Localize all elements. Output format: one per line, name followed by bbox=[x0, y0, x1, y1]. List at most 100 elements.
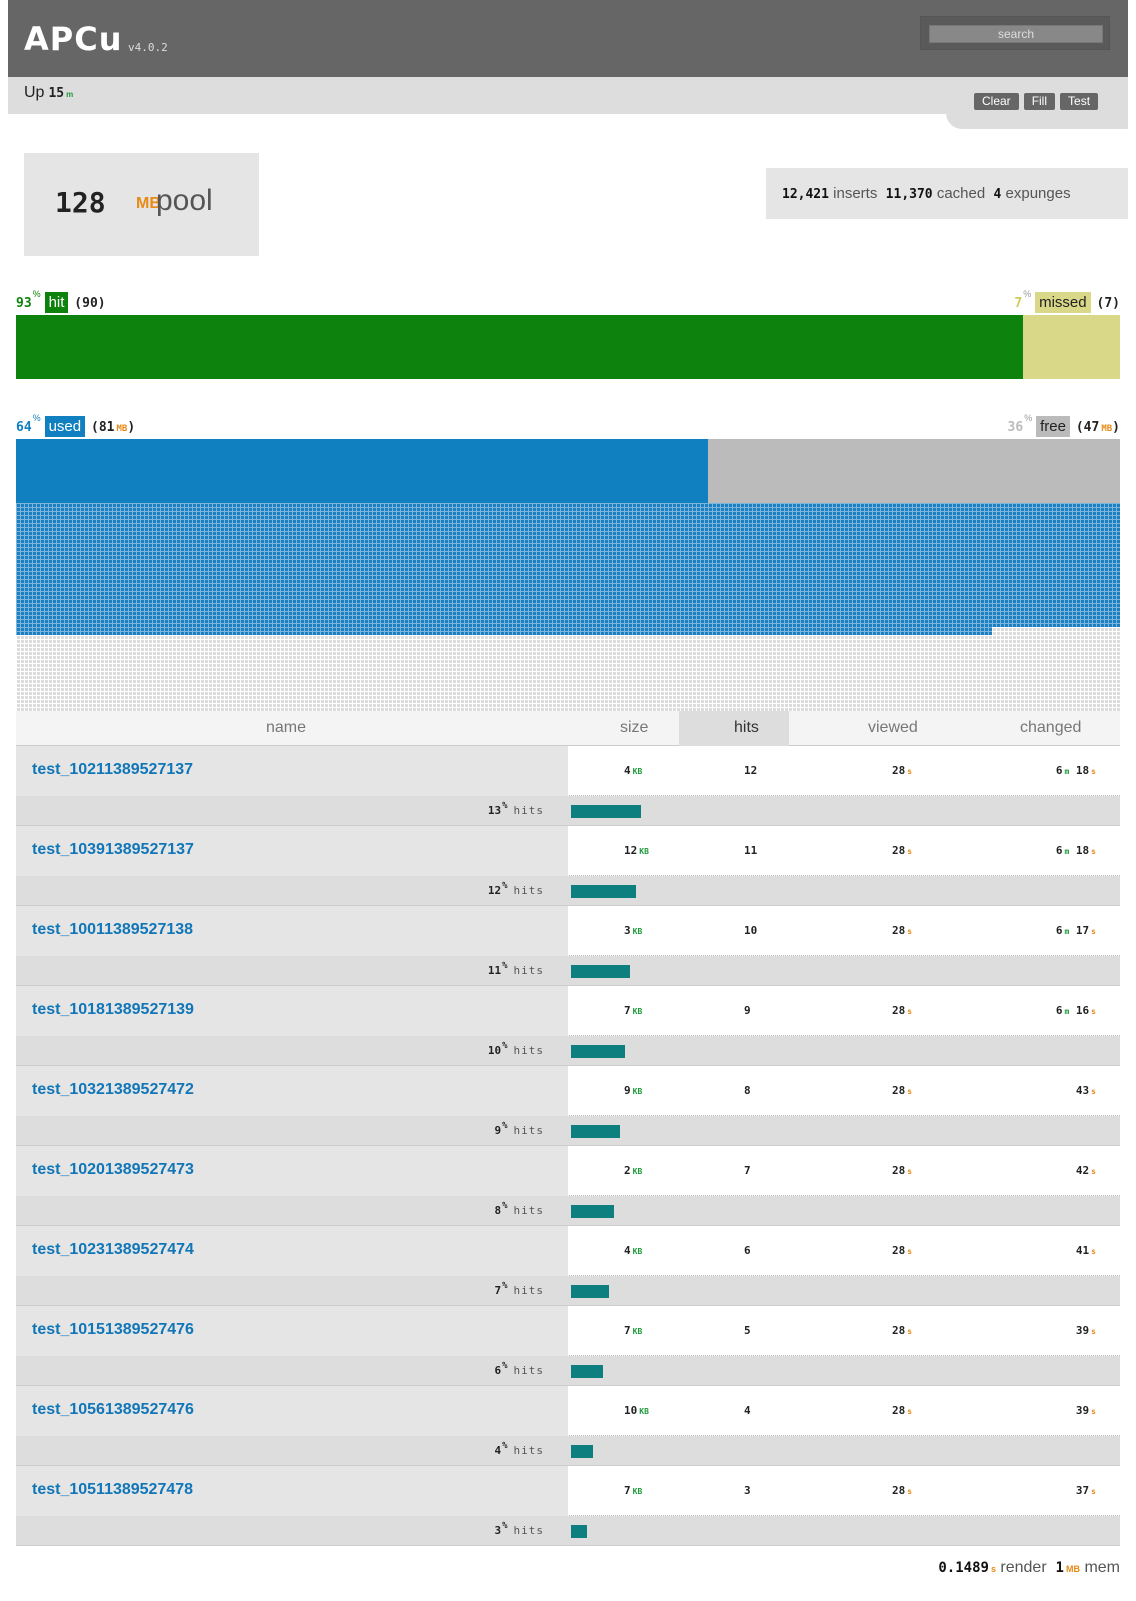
column-header-changed[interactable]: changed bbox=[1020, 719, 1081, 737]
entry-hit-bar bbox=[571, 1125, 620, 1138]
render-label: render bbox=[1000, 1559, 1047, 1576]
entry-hit-percent-label: hits bbox=[513, 1524, 544, 1537]
table-row: test_10231389527474 4 KB 6 28 s 41 s bbox=[16, 1226, 1120, 1276]
entry-viewed-value: 28 bbox=[892, 1084, 906, 1097]
miss-percent: 7 bbox=[1014, 296, 1023, 311]
entry-viewed: 28 s bbox=[892, 924, 912, 937]
entry-changed-min-unit: m bbox=[1064, 927, 1070, 936]
search-input[interactable] bbox=[929, 25, 1103, 43]
hit-percent-sign: % bbox=[32, 289, 41, 299]
table-row: test_10151389527476 7 KB 5 28 s 39 s bbox=[16, 1306, 1120, 1356]
used-value: (81 MB) bbox=[90, 420, 136, 435]
entry-hit-percent-label: hits bbox=[513, 1364, 544, 1377]
entry-hit-bar bbox=[571, 1445, 593, 1458]
entry-name-link[interactable]: test_10211389527137 bbox=[32, 761, 193, 779]
entry-name-link[interactable]: test_10011389527138 bbox=[32, 921, 193, 939]
fill-button[interactable]: Fill bbox=[1023, 93, 1056, 110]
free-tag: free bbox=[1036, 416, 1070, 437]
entry-name-link[interactable]: test_10151389527476 bbox=[32, 1321, 194, 1339]
entry-changed-sec-unit: s bbox=[1091, 927, 1096, 936]
entry-size-unit: KB bbox=[632, 1087, 643, 1096]
table-header: name size hits viewed changed bbox=[16, 711, 1120, 746]
entry-viewed-unit: s bbox=[907, 1087, 913, 1096]
entry-changed-sec: 18 bbox=[1075, 844, 1090, 857]
entry-name-link[interactable]: test_10391389527137 bbox=[32, 841, 194, 859]
entry-hits: 5 bbox=[744, 1324, 751, 1337]
clear-button[interactable]: Clear bbox=[974, 93, 1019, 110]
entry-size-unit: KB bbox=[632, 1487, 643, 1496]
entry-viewed-unit: s bbox=[907, 1247, 913, 1256]
table-row-hit-share: 7% hits bbox=[16, 1276, 1120, 1306]
percent-sign: % bbox=[502, 1361, 508, 1371]
entry-hit-percent-value: 9 bbox=[494, 1124, 502, 1137]
footer-stats: 0.1489 s render 1 MB mem bbox=[938, 1559, 1120, 1577]
entry-size-unit: KB bbox=[632, 1007, 643, 1016]
entry-changed: 41 s bbox=[1076, 1244, 1096, 1257]
entry-hit-bar bbox=[571, 1205, 614, 1218]
entry-hit-percent-value: 6 bbox=[494, 1364, 502, 1377]
uptime-label: Up bbox=[24, 84, 45, 101]
entry-changed-sec: 37 bbox=[1075, 1484, 1090, 1497]
entry-changed-sec: 17 bbox=[1075, 924, 1090, 937]
cache-stats: 12,421 inserts 11,370 cached 4 expunges bbox=[766, 168, 1128, 219]
entry-hit-percent: 7% hits bbox=[494, 1281, 544, 1297]
entry-name-cell: test_10511389527478 bbox=[16, 1466, 568, 1516]
entry-hit-bar bbox=[571, 1525, 587, 1538]
entry-hit-percent-value: 10 bbox=[487, 1044, 502, 1057]
entry-hits: 10 bbox=[744, 924, 758, 937]
entry-changed-min: 6 bbox=[1055, 844, 1063, 857]
table-row: test_10391389527137 12 KB 11 28 s 6 m 18 s bbox=[16, 826, 1120, 876]
entry-name-link[interactable]: test_10181389527139 bbox=[32, 1001, 194, 1019]
entry-name-link[interactable]: test_10561389527476 bbox=[32, 1401, 194, 1419]
miss-count: (7) bbox=[1096, 296, 1120, 311]
status-bar: Up 15 m bbox=[8, 77, 1128, 114]
entry-name-link[interactable]: test_10511389527478 bbox=[32, 1481, 193, 1499]
column-header-size[interactable]: size bbox=[620, 719, 648, 737]
used-amount: 81 bbox=[98, 420, 115, 435]
entry-size: 7 KB bbox=[624, 1324, 642, 1337]
entry-name-link[interactable]: test_10321389527472 bbox=[32, 1081, 194, 1099]
column-header-name[interactable]: name bbox=[266, 719, 306, 737]
entry-name-link[interactable]: test_10201389527473 bbox=[32, 1161, 194, 1179]
entry-changed: 6m 16 s bbox=[1056, 1004, 1096, 1017]
render-unit: s bbox=[990, 1564, 996, 1574]
entry-viewed-value: 28 bbox=[892, 1484, 906, 1497]
used-unit: MB bbox=[116, 424, 128, 434]
entry-name-cell: test_10321389527472 bbox=[16, 1066, 568, 1116]
entry-viewed-unit: s bbox=[907, 847, 913, 856]
entry-viewed: 28 s bbox=[892, 1004, 912, 1017]
miss-legend: 7% missed (7) bbox=[1014, 289, 1120, 313]
entry-hit-percent: 10% hits bbox=[487, 1041, 544, 1057]
cached-label: cached bbox=[936, 185, 986, 202]
memory-unit: MB bbox=[1065, 1564, 1080, 1574]
entry-changed-sec: 39 bbox=[1075, 1324, 1090, 1337]
memory-labels: 64% used (81 MB) 36% free (47 MB) bbox=[16, 412, 1120, 437]
entry-hit-percent-label: hits bbox=[513, 804, 544, 817]
table-row-hit-share: 3% hits bbox=[16, 1516, 1120, 1546]
entry-changed-sec-unit: s bbox=[1091, 1487, 1096, 1496]
render-time: 0.1489 bbox=[938, 1560, 989, 1576]
entry-viewed-value: 28 bbox=[892, 1164, 906, 1177]
memory-label: mem bbox=[1084, 1559, 1120, 1576]
memory-usage-bar bbox=[16, 439, 1120, 503]
entry-size-value: 12 bbox=[624, 844, 638, 857]
column-header-hits[interactable]: hits bbox=[734, 719, 759, 737]
table-row-hit-share: 12% hits bbox=[16, 876, 1120, 906]
entry-name-link[interactable]: test_10231389527474 bbox=[32, 1241, 194, 1259]
entry-size: 7 KB bbox=[624, 1004, 642, 1017]
column-header-viewed[interactable]: viewed bbox=[868, 719, 918, 737]
entry-size-unit: KB bbox=[632, 1167, 643, 1176]
hit-tag: hit bbox=[44, 292, 69, 313]
expunges-label: expunges bbox=[1005, 185, 1071, 202]
entry-viewed-unit: s bbox=[907, 1007, 913, 1016]
entry-viewed-unit: s bbox=[907, 1167, 913, 1176]
entry-hit-percent-label: hits bbox=[513, 1444, 544, 1457]
entry-hit-percent-label: hits bbox=[513, 1284, 544, 1297]
entry-changed: 39 s bbox=[1076, 1324, 1096, 1337]
entry-hits: 4 bbox=[744, 1404, 751, 1417]
test-button[interactable]: Test bbox=[1060, 93, 1099, 110]
entry-changed-min: 6 bbox=[1055, 1004, 1063, 1017]
entry-size-value: 7 bbox=[624, 1484, 631, 1497]
entry-size-value: 4 bbox=[624, 1244, 631, 1257]
percent-sign: % bbox=[502, 1041, 508, 1051]
